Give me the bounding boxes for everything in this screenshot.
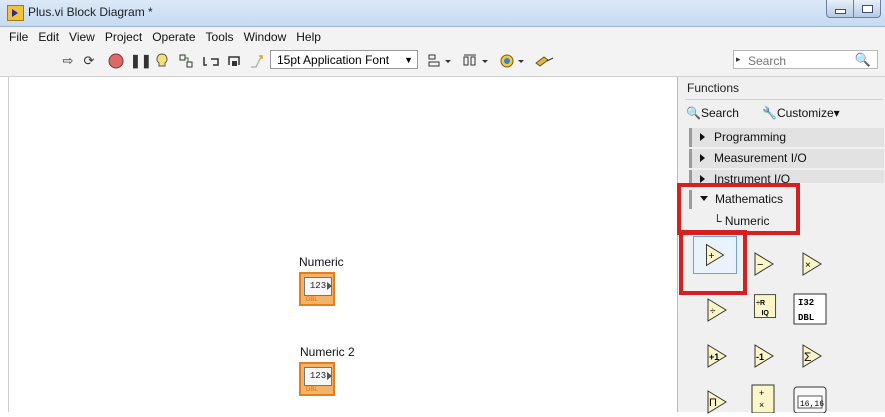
svg-text:IQ: IQ bbox=[761, 310, 769, 317]
labview-vi-icon bbox=[7, 5, 24, 21]
run-continuously-icon[interactable]: ⟳ bbox=[81, 53, 97, 69]
terminal-label: Numeric bbox=[299, 255, 344, 269]
quotient-remainder-function-icon[interactable]: ÷R IQ bbox=[748, 292, 782, 322]
palette-divider bbox=[685, 99, 883, 100]
window-controls bbox=[826, 0, 881, 18]
toolbar-search[interactable]: ▸ 🔍 bbox=[733, 50, 878, 69]
svg-text:DBL: DBL bbox=[798, 313, 814, 323]
step-over-icon[interactable] bbox=[227, 53, 243, 69]
menu-view[interactable]: View bbox=[64, 30, 100, 44]
retain-wire-values-icon[interactable] bbox=[178, 53, 194, 69]
window-title: Plus.vi Block Diagram * bbox=[28, 5, 153, 19]
increment-function-icon[interactable]: +1 bbox=[701, 341, 735, 371]
minimize-button[interactable] bbox=[826, 0, 854, 18]
run-arrow-icon[interactable]: ⇨ bbox=[60, 53, 76, 69]
search-icon[interactable]: 🔍 bbox=[855, 52, 871, 68]
pause-icon[interactable]: ❚❚ bbox=[130, 53, 152, 69]
menu-file[interactable]: File bbox=[4, 30, 33, 44]
abort-icon[interactable] bbox=[108, 53, 124, 69]
palette-customize-label: Customize▾ bbox=[776, 106, 840, 120]
add-array-elements-icon[interactable]: Σ bbox=[796, 341, 830, 371]
distribute-objects-icon[interactable] bbox=[463, 53, 489, 69]
svg-text:−: − bbox=[757, 259, 763, 271]
font-selector[interactable]: 15pt Application Font ▼ bbox=[270, 50, 418, 69]
menu-help[interactable]: Help bbox=[291, 30, 326, 44]
palette-search-button[interactable]: 🔍Search bbox=[686, 106, 739, 120]
menu-bar: File Edit View Project Operate Tools Win… bbox=[0, 27, 885, 46]
numeric-constant-icon[interactable]: 16,16 bbox=[791, 383, 831, 413]
to-double-function-icon[interactable]: I32 DBL bbox=[791, 292, 831, 326]
svg-text:×: × bbox=[759, 400, 764, 410]
svg-text:×: × bbox=[805, 260, 811, 271]
multiply-function-icon[interactable]: × bbox=[796, 249, 830, 279]
category-measurement-io[interactable]: Measurement I/O bbox=[689, 149, 884, 168]
terminal-type: DBL bbox=[306, 387, 318, 393]
search-input[interactable] bbox=[746, 52, 850, 69]
terminal-type: DBL bbox=[306, 297, 318, 303]
category-label: Measurement I/O bbox=[714, 151, 807, 165]
category-label: Instrument I/O bbox=[714, 172, 791, 183]
svg-text:+1: +1 bbox=[709, 352, 719, 362]
menu-operate[interactable]: Operate bbox=[147, 30, 200, 44]
title-bar: Plus.vi Block Diagram * bbox=[0, 0, 885, 27]
add-function-highlight bbox=[679, 230, 747, 295]
divide-function-icon[interactable]: ÷ bbox=[701, 295, 735, 325]
svg-text:+: + bbox=[759, 388, 764, 398]
mathematics-highlight bbox=[677, 183, 800, 235]
chevron-down-icon: ▼ bbox=[404, 55, 413, 65]
menu-tools[interactable]: Tools bbox=[201, 30, 239, 44]
menu-window[interactable]: Window bbox=[239, 30, 292, 44]
terminal-output-arrow-icon bbox=[327, 372, 332, 380]
menu-project[interactable]: Project bbox=[100, 30, 147, 44]
svg-text:I32: I32 bbox=[798, 298, 814, 308]
svg-text:16,16: 16,16 bbox=[800, 400, 824, 409]
font-selector-label: 15pt Application Font bbox=[277, 53, 390, 67]
maximize-button[interactable] bbox=[854, 0, 881, 18]
block-diagram-canvas[interactable]: Numeric 123 DBL Numeric 2 123 DBL bbox=[8, 77, 677, 412]
decrement-function-icon[interactable]: -1 bbox=[748, 341, 782, 371]
search-dropdown-icon[interactable]: ▸ bbox=[736, 54, 741, 65]
category-programming[interactable]: Programming bbox=[689, 128, 884, 147]
svg-text:Σ: Σ bbox=[804, 350, 811, 364]
caret-right-icon bbox=[700, 154, 705, 162]
search-icon: 🔍 bbox=[686, 106, 701, 120]
highlight-execution-icon[interactable] bbox=[154, 53, 170, 69]
svg-text:÷R: ÷R bbox=[756, 300, 765, 307]
category-instrument-io[interactable]: Instrument I/O bbox=[689, 170, 884, 183]
multiply-array-elements-icon[interactable]: Π bbox=[701, 387, 735, 417]
palette-title: Functions bbox=[687, 81, 740, 95]
functions-palette: Functions 🔍Search 🔧Customize▾ Programmin… bbox=[677, 77, 885, 414]
clean-up-diagram-icon[interactable] bbox=[534, 53, 556, 69]
align-objects-icon[interactable] bbox=[428, 53, 452, 69]
caret-right-icon bbox=[700, 175, 705, 183]
svg-text:-1: -1 bbox=[756, 352, 764, 362]
step-out-icon[interactable] bbox=[249, 53, 265, 69]
palette-customize-button[interactable]: 🔧Customize▾ bbox=[762, 106, 840, 120]
menu-edit[interactable]: Edit bbox=[33, 30, 64, 44]
numeric-2-terminal[interactable]: 123 DBL bbox=[299, 362, 335, 396]
toolbar: ⇨ ⟳ ❚❚ 15pt Application Font ▼ ▸ 🔍 bbox=[0, 46, 885, 77]
reorder-icon[interactable] bbox=[500, 53, 526, 69]
svg-text:Π: Π bbox=[709, 397, 717, 409]
terminal-label: Numeric 2 bbox=[300, 345, 355, 359]
numeric-terminal[interactable]: 123 DBL bbox=[299, 272, 335, 306]
subtract-function-icon[interactable]: − bbox=[748, 249, 782, 279]
category-label: Programming bbox=[714, 130, 787, 144]
terminal-output-arrow-icon bbox=[327, 282, 332, 290]
compound-arithmetic-icon[interactable]: +× bbox=[746, 383, 780, 413]
wrench-icon: 🔧 bbox=[762, 106, 777, 120]
palette-search-label: Search bbox=[700, 106, 739, 120]
caret-right-icon bbox=[700, 133, 705, 141]
svg-text:÷: ÷ bbox=[710, 306, 716, 317]
step-into-icon[interactable] bbox=[203, 53, 219, 69]
